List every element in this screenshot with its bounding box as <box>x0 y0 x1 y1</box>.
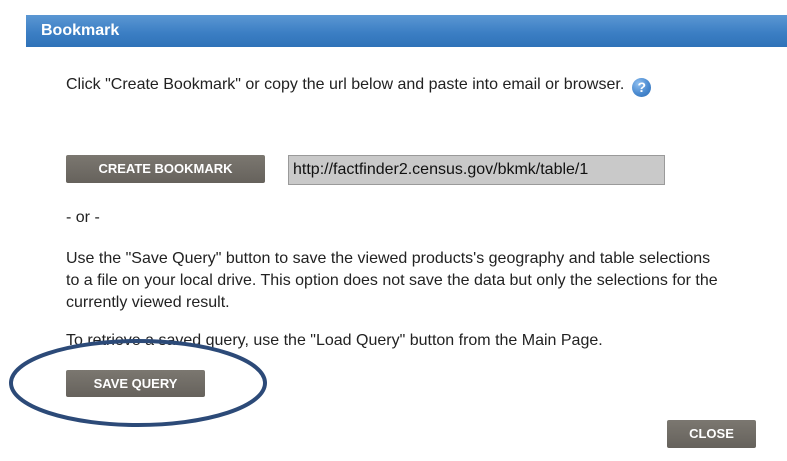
bookmark-url-field[interactable] <box>288 155 665 185</box>
load-query-hint: To retrieve a saved query, use the "Load… <box>66 332 603 349</box>
intro-text: Click "Create Bookmark" or copy the url … <box>66 76 625 93</box>
dialog-title-bar: Bookmark <box>26 15 787 47</box>
dialog-title: Bookmark <box>41 22 120 39</box>
close-button[interactable]: CLOSE <box>667 420 756 448</box>
save-query-button[interactable]: SAVE QUERY <box>66 370 205 397</box>
create-bookmark-button[interactable]: CREATE BOOKMARK <box>66 155 265 183</box>
save-query-description: Use the "Save Query" button to save the … <box>66 250 718 311</box>
or-separator: - or - <box>66 209 100 226</box>
help-question-icon[interactable]: ? <box>632 78 652 97</box>
intro-text-block: Click "Create Bookmark" or copy the url … <box>66 74 706 97</box>
bookmark-dialog: Bookmark Click "Create Bookmark" or copy… <box>0 0 787 461</box>
